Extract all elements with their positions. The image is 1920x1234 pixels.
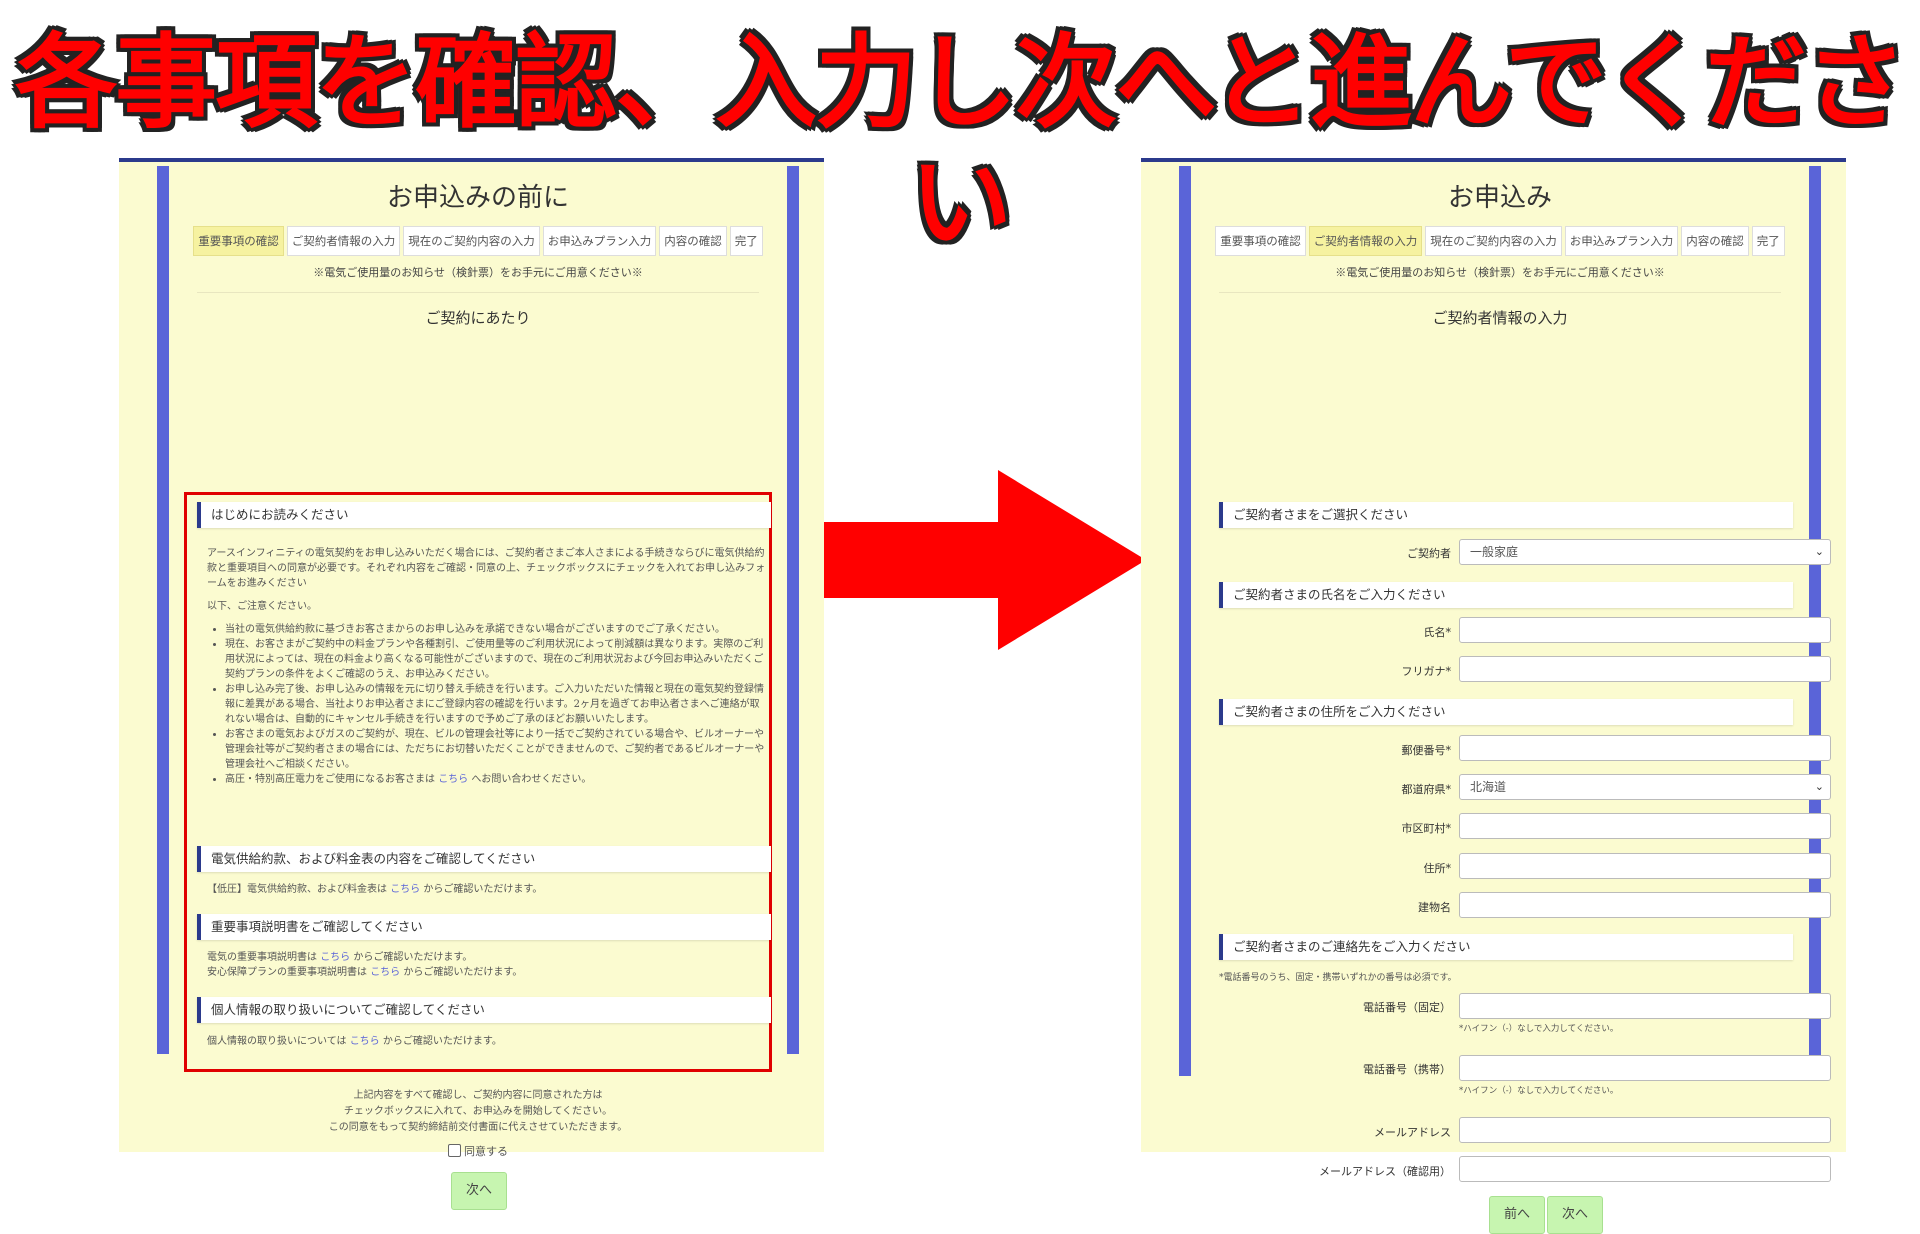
- intro-text: アースインフィニティの電気契約をお申し込みいただく場合には、ご契約者さまご本人さ…: [207, 546, 767, 787]
- divider: [1219, 292, 1781, 293]
- divider: [197, 292, 759, 293]
- step-2: ご契約者情報の入力: [1308, 226, 1423, 256]
- city-input[interactable]: [1459, 813, 1831, 839]
- important-matters-text: 電気の重要事項説明書は こちら からご確認いただけます。 安心保障プランの重要事…: [207, 952, 523, 978]
- email-confirm-label: メールアドレス（確認用）: [1319, 1165, 1451, 1178]
- caution-list: 当社の電気供給約款に基づきお客さまからのお申し込みを承諾できない場合がございます…: [207, 622, 767, 787]
- list-item: 高圧・特別高圧電力をご使用になるお客さまは こちら へお問い合わせください。: [225, 772, 767, 787]
- privacy-link[interactable]: こちら: [350, 1036, 380, 1047]
- email-input[interactable]: [1459, 1117, 1831, 1143]
- step-4: お申込みプラン入力: [542, 226, 657, 256]
- name-input[interactable]: [1459, 617, 1831, 643]
- tel-mobile-input[interactable]: [1459, 1055, 1831, 1081]
- step-5: 内容の確認: [1681, 226, 1749, 256]
- heading-address: ご契約者さまの住所をご入力ください: [1219, 699, 1793, 725]
- terms-link[interactable]: こちら: [390, 884, 420, 895]
- city-label: 市区町村*: [1401, 822, 1452, 835]
- heading-name: ご契約者さまの氏名をご入力ください: [1219, 582, 1793, 608]
- pre-application-page: お申込みの前に 重要事項の確認 ご契約者情報の入力 現在のご契約内容の入力 お申…: [119, 158, 824, 1210]
- step-5: 内容の確認: [659, 226, 727, 256]
- privacy-text: 個人情報の取り扱いについては こちら からご確認いただけます。: [207, 1036, 502, 1047]
- heading-select-contractor: ご契約者さまをご選択ください: [1219, 502, 1793, 528]
- heading-terms: 電気供給約款、および料金表の内容をご確認してください: [197, 846, 771, 872]
- agreement-text: 上記内容をすべて確認し、ご契約内容に同意された方は チェックボックスに入れて、お…: [328, 1090, 628, 1133]
- step-2: ご契約者情報の入力: [286, 226, 401, 256]
- heading-privacy: 個人情報の取り扱いについてご確認してください: [197, 997, 771, 1023]
- zip-input[interactable]: [1459, 735, 1831, 761]
- phone-required-note: *電話番号のうち、固定・携帯いずれかの番号は必須です。: [1219, 973, 1457, 983]
- step-6: 完了: [1751, 226, 1785, 256]
- security-plan-link[interactable]: こちら: [370, 967, 400, 978]
- page-title: お申込みの前に: [386, 183, 569, 213]
- kana-input[interactable]: [1459, 656, 1831, 682]
- hyphen-hint: *ハイフン（-）なしで入力してください。: [1459, 1024, 1619, 1034]
- name-label: 氏名*: [1423, 626, 1452, 639]
- contract-type-select[interactable]: 一般家庭 ⌄: [1459, 539, 1831, 565]
- prev-button[interactable]: 前へ: [1489, 1196, 1545, 1234]
- left-rail: [1179, 166, 1191, 1076]
- right-arrow-icon: [823, 470, 1146, 650]
- step-3: 現在のご契約内容の入力: [1425, 226, 1562, 256]
- right-rail: [787, 166, 799, 1054]
- section-title: ご契約にあたり: [425, 309, 531, 327]
- heading-read-first: はじめにお読みください: [197, 502, 771, 528]
- prefecture-select[interactable]: 北海道 ⌄: [1459, 774, 1831, 800]
- chevron-down-icon: ⌄: [1814, 780, 1824, 793]
- meter-notice: ※電気ご使用量のお知らせ（検針票）をお手元にご用意ください※: [313, 266, 643, 279]
- chevron-down-icon: ⌄: [1814, 545, 1824, 558]
- kana-label: フリガナ*: [1401, 665, 1452, 678]
- step-6: 完了: [729, 226, 763, 256]
- list-item: お客さまの電気およびガスのご契約が、現在、ビルの管理会社等により一括でご契約され…: [225, 727, 767, 772]
- address-label: 住所*: [1423, 862, 1452, 875]
- left-rail: [157, 166, 169, 1054]
- building-input[interactable]: [1459, 892, 1831, 918]
- application-page: お申込み 重要事項の確認 ご契約者情報の入力 現在のご契約内容の入力 お申込みプ…: [1141, 158, 1846, 1234]
- meter-notice: ※電気ご使用量のお知らせ（検針票）をお手元にご用意ください※: [1335, 266, 1665, 279]
- next-button[interactable]: 次へ: [1547, 1196, 1603, 1234]
- list-item: 現在、お客さまがご契約中の料金プランや各種割引、ご使用量等のご利用状況によって削…: [225, 637, 767, 682]
- email-label: メールアドレス: [1374, 1126, 1451, 1139]
- zip-label: 郵便番号*: [1401, 744, 1452, 757]
- intro-paragraph: アースインフィニティの電気契約をお申し込みいただく場合には、ご契約者さまご本人さ…: [207, 548, 766, 589]
- step-indicator: 重要事項の確認 ご契約者情報の入力 現在のご契約内容の入力 お申込みプラン入力 …: [1191, 226, 1809, 256]
- tel-fixed-label: 電話番号（固定）: [1363, 1001, 1451, 1014]
- section-title: ご契約者情報の入力: [1432, 309, 1568, 327]
- important-matters-link[interactable]: こちら: [320, 952, 350, 963]
- page-title: お申込み: [1447, 183, 1552, 213]
- list-item: お申し込み完了後、お申し込みの情報を元に切り替え手続きを行います。ご入力いただい…: [225, 682, 767, 727]
- caution-paragraph: 以下、ご注意ください。: [207, 601, 317, 612]
- hyphen-hint: *ハイフン（-）なしで入力してください。: [1459, 1086, 1619, 1096]
- tel-mobile-label: 電話番号（携帯）: [1363, 1063, 1451, 1076]
- heading-important-matters: 重要事項説明書をご確認してください: [197, 914, 771, 940]
- contract-type-label: ご契約者: [1407, 547, 1451, 560]
- email-confirm-input[interactable]: [1459, 1156, 1831, 1182]
- prefecture-label: 都道府県*: [1401, 783, 1452, 796]
- building-label: 建物名: [1418, 901, 1451, 914]
- step-indicator: 重要事項の確認 ご契約者情報の入力 現在のご契約内容の入力 お申込みプラン入力 …: [169, 226, 787, 256]
- next-button[interactable]: 次へ: [451, 1172, 507, 1210]
- agree-row[interactable]: 同意する: [169, 1144, 787, 1160]
- contact-link[interactable]: こちら: [438, 774, 468, 785]
- step-3: 現在のご契約内容の入力: [403, 226, 540, 256]
- step-1: 重要事項の確認: [193, 226, 284, 256]
- step-4: お申込みプラン入力: [1564, 226, 1679, 256]
- step-1: 重要事項の確認: [1215, 226, 1306, 256]
- tel-fixed-input[interactable]: [1459, 993, 1831, 1019]
- heading-contact: ご契約者さまのご連絡先をご入力ください: [1219, 934, 1793, 960]
- address-input[interactable]: [1459, 853, 1831, 879]
- terms-text: 【低圧】電気供給約款、および料金表は こちら からご確認いただけます。: [207, 884, 543, 895]
- list-item: 当社の電気供給約款に基づきお客さまからのお申し込みを承諾できない場合がございます…: [225, 622, 767, 637]
- agree-checkbox[interactable]: [448, 1144, 461, 1157]
